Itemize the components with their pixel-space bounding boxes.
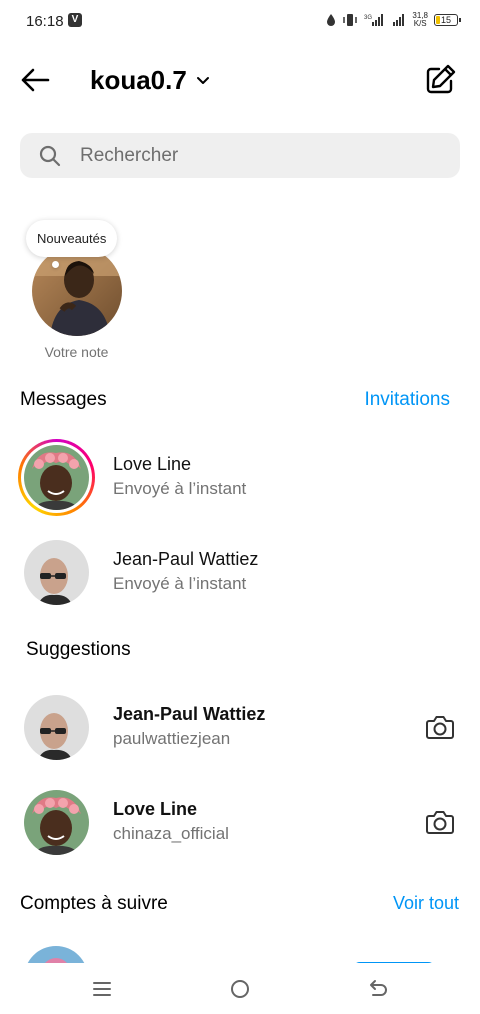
compose-edit-icon (426, 64, 456, 94)
menu-icon (93, 982, 111, 996)
camera-icon (426, 716, 454, 739)
battery-icon: 15 (434, 14, 461, 26)
message-row-text: Jean-Paul Wattiez Envoyé à l’instant (113, 547, 258, 597)
contact-name: Love Line (113, 454, 192, 474)
arrow-left-icon (21, 68, 50, 92)
search-bar[interactable] (20, 133, 460, 178)
signal-3g-icon: 3G (364, 14, 384, 26)
recent-apps-button[interactable] (88, 975, 116, 1003)
avatar (24, 540, 89, 605)
account-name: koua0.7 (90, 64, 187, 95)
signal-icon (393, 14, 405, 26)
note-bubble[interactable]: Nouveautés (26, 220, 118, 257)
avatar (24, 790, 89, 855)
vpn-badge-icon: V (68, 13, 82, 27)
account-switcher[interactable]: koua0.7 (90, 62, 211, 98)
avatar (24, 695, 89, 760)
status-time: 16:18 (26, 13, 64, 30)
avatar-photo (32, 246, 122, 336)
home-circle-icon (231, 980, 249, 998)
avatar-photo (24, 790, 89, 855)
suggestion-row-text: Love Line chinaza_official (113, 797, 229, 847)
avatar-photo (24, 445, 89, 510)
direct-messages-screen: 16:18 V 3G 31,8 K/S 15 koua0.7 Recherche… (0, 0, 480, 1014)
search-input[interactable] (78, 143, 442, 168)
note-bubble-tail (52, 261, 59, 268)
message-row[interactable]: Jean-Paul Wattiez Envoyé à l’instant (0, 532, 480, 612)
message-status: Envoyé à l’instant (113, 479, 247, 498)
invitations-link[interactable]: Invitations (364, 389, 450, 411)
status-bar: 16:18 V 3G 31,8 K/S 15 (0, 0, 480, 44)
back-nav-button[interactable] (364, 975, 392, 1003)
water-drop-icon (327, 14, 336, 26)
suggestions-title: Suggestions (26, 639, 131, 660)
camera-button[interactable] (424, 711, 456, 743)
your-note: Nouveautés Votre note (20, 220, 140, 365)
message-status: Envoyé à l’instant (113, 574, 247, 593)
avatar-photo (24, 540, 89, 605)
battery-level: 15 (440, 15, 451, 25)
see-all-link[interactable]: Voir tout (393, 893, 459, 914)
note-label: Votre note (44, 344, 109, 360)
search-icon (39, 145, 61, 166)
avatar-photo (24, 695, 89, 760)
system-nav-bar (0, 963, 480, 1014)
message-row-text: Love Line Envoyé à l’instant (113, 452, 246, 502)
username: chinaza_official (113, 824, 229, 843)
svg-text:3G: 3G (364, 15, 372, 21)
username: paulwattiezjean (113, 729, 231, 748)
camera-icon (426, 811, 454, 834)
network-speed: 31,8 K/S (412, 11, 428, 28)
status-icons: 3G 31,8 K/S 15 (326, 11, 461, 28)
contact-name: Jean-Paul Wattiez (113, 704, 266, 724)
chevron-down-icon (196, 77, 209, 84)
home-button[interactable] (226, 975, 254, 1003)
note-avatar[interactable] (32, 246, 122, 336)
avatar (24, 445, 89, 510)
messages-title: Messages (20, 389, 107, 410)
compose-button[interactable] (422, 62, 458, 98)
suggestion-row-text: Jean-Paul Wattiez paulwattiezjean (113, 702, 265, 752)
camera-button[interactable] (424, 806, 456, 838)
message-row[interactable]: Love Line Envoyé à l’instant (0, 437, 480, 517)
back-button[interactable] (18, 62, 54, 98)
contact-name: Love Line (113, 799, 198, 819)
accounts-to-follow-title: Comptes à suivre (20, 893, 168, 914)
suggestion-row[interactable]: Jean-Paul Wattiez paulwattiezjean (0, 687, 480, 767)
contact-name: Jean-Paul Wattiez (113, 549, 259, 569)
vibrate-icon (343, 14, 358, 26)
back-nav-icon (370, 980, 387, 996)
suggestion-row[interactable]: Love Line chinaza_official (0, 782, 480, 862)
